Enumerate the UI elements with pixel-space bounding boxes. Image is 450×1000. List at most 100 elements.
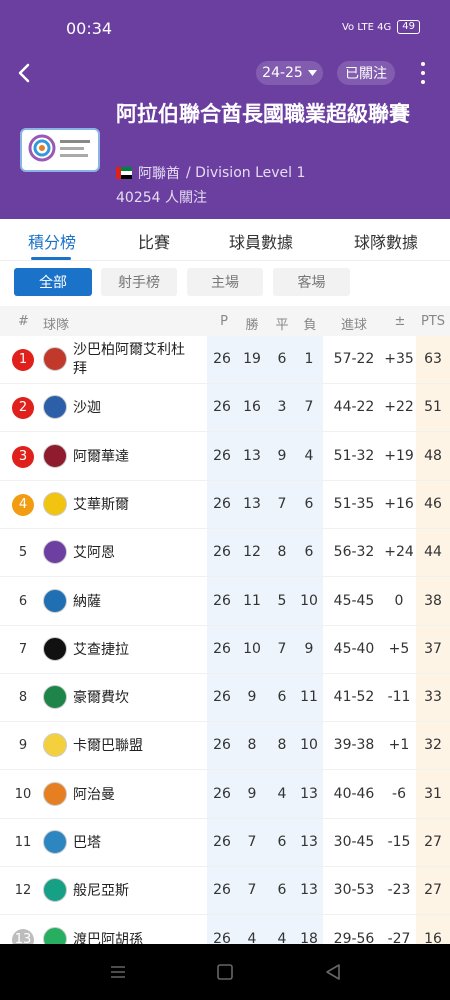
goals-value: 56-32 bbox=[333, 544, 375, 561]
home-button[interactable] bbox=[212, 959, 238, 985]
points-value: 46 bbox=[424, 495, 442, 512]
more-dot-icon bbox=[421, 62, 425, 66]
team-crest-icon bbox=[43, 491, 67, 516]
team-crest-icon bbox=[43, 395, 67, 420]
goals-value: 29-56 bbox=[333, 930, 375, 944]
more-dot-icon bbox=[421, 71, 425, 75]
played-value: 26 bbox=[213, 399, 231, 416]
lost-value: 13 bbox=[300, 834, 318, 850]
table-row[interactable]: 8 豪爾費坎 26 9 6 11 41-52 -11 33 bbox=[0, 674, 450, 723]
draw-value: 4 bbox=[277, 930, 287, 944]
won-value: 9 bbox=[247, 689, 257, 706]
won-value: 8 bbox=[247, 737, 257, 754]
points-value: 27 bbox=[424, 834, 442, 850]
team-name[interactable]: 卡爾巴聯盟 bbox=[73, 737, 203, 756]
won-value: 19 bbox=[243, 351, 261, 367]
table-row[interactable]: 3 阿爾華達 26 13 9 4 51-32 +19 48 bbox=[0, 433, 450, 481]
points-value: 63 bbox=[424, 351, 442, 367]
draw-value: 4 bbox=[277, 785, 287, 802]
filter-away[interactable]: 客場 bbox=[273, 268, 350, 296]
team-name[interactable]: 沙迦 bbox=[73, 399, 203, 418]
season-selector[interactable]: 24-25 bbox=[256, 61, 323, 85]
table-row[interactable]: 11 巴塔 26 7 6 13 30-45 -15 27 bbox=[0, 819, 450, 867]
header-rank: # bbox=[18, 314, 29, 329]
rank-number: 9 bbox=[18, 738, 28, 754]
follow-button[interactable]: 已關注 bbox=[337, 61, 395, 85]
team-name[interactable]: 般尼亞斯 bbox=[73, 882, 203, 901]
goal-diff-value: +1 bbox=[388, 737, 410, 754]
table-row[interactable]: 1 沙巴柏阿爾艾利杜拜 26 19 6 1 57-22 +35 63 bbox=[0, 336, 450, 384]
filter-home[interactable]: 主場 bbox=[187, 268, 263, 296]
goals-value: 41-52 bbox=[333, 689, 375, 706]
lost-value: 1 bbox=[304, 351, 314, 367]
header-diff: ± bbox=[394, 314, 406, 329]
won-value: 4 bbox=[247, 930, 257, 944]
system-nav-bar bbox=[0, 944, 450, 1000]
header-points: PTS bbox=[420, 314, 446, 329]
goals-value: 44-22 bbox=[333, 399, 375, 416]
header-lost: 負 bbox=[303, 318, 317, 333]
team-name[interactable]: 阿治曼 bbox=[73, 786, 203, 805]
table-row[interactable]: 4 艾華斯爾 26 13 7 6 51-35 +16 46 bbox=[0, 481, 450, 529]
filter-top-scorers[interactable]: 射手榜 bbox=[101, 268, 177, 296]
table-row[interactable]: 13 渡巴阿胡孫 26 4 4 18 29-56 -27 16 bbox=[0, 916, 450, 944]
more-menu-button[interactable] bbox=[413, 58, 433, 88]
goal-diff-value: -11 bbox=[387, 689, 411, 706]
league-title: 阿拉伯聯合酋長國職業超級聯賽 bbox=[116, 102, 410, 126]
tab-player-stats[interactable]: 球員數據 bbox=[229, 229, 293, 253]
won-value: 9 bbox=[247, 785, 257, 802]
recents-button[interactable] bbox=[105, 959, 131, 985]
played-value: 26 bbox=[213, 737, 231, 754]
header-goals: 進球 bbox=[340, 318, 367, 333]
standings-filters: 全部 射手榜 主場 客場 bbox=[0, 261, 450, 306]
won-value: 7 bbox=[247, 834, 257, 850]
table-row[interactable]: 7 艾查捷拉 26 10 7 9 45-40 +5 37 bbox=[0, 626, 450, 674]
rank-number: 10 bbox=[14, 786, 32, 802]
table-row[interactable]: 2 沙迦 26 16 3 7 44-22 +22 51 bbox=[0, 384, 450, 433]
tab-team-stats[interactable]: 球隊數據 bbox=[354, 229, 418, 253]
status-bar: 00:34 Vo LTE 4G 49 bbox=[0, 0, 450, 56]
team-name[interactable]: 渡巴阿胡孫 bbox=[73, 931, 203, 944]
league-country: 阿聯酋 bbox=[138, 166, 180, 182]
team-name[interactable]: 納薩 bbox=[73, 593, 203, 612]
team-crest-icon bbox=[43, 733, 67, 758]
tab-standings[interactable]: 積分榜 bbox=[28, 229, 76, 253]
draw-value: 3 bbox=[277, 399, 287, 416]
back-button[interactable] bbox=[10, 58, 40, 88]
standings-header: # 球隊 P 勝 平 負 進球 ± PTS bbox=[0, 306, 450, 336]
rank-number: 11 bbox=[14, 835, 32, 850]
goals-value: 57-22 bbox=[333, 351, 375, 367]
rank-number: 8 bbox=[18, 690, 28, 706]
team-name[interactable]: 豪爾費坎 bbox=[73, 689, 203, 708]
team-name[interactable]: 艾阿恩 bbox=[73, 544, 203, 563]
rank-number: 2 bbox=[12, 397, 34, 420]
rank-number: 3 bbox=[12, 445, 34, 468]
rank-number: 7 bbox=[18, 641, 28, 657]
won-value: 11 bbox=[243, 592, 261, 609]
team-name[interactable]: 艾查捷拉 bbox=[73, 641, 203, 660]
lost-value: 13 bbox=[300, 882, 318, 899]
lost-value: 13 bbox=[300, 785, 318, 802]
team-name[interactable]: 巴塔 bbox=[73, 834, 203, 853]
table-row[interactable]: 12 般尼亞斯 26 7 6 13 30-53 -23 27 bbox=[0, 867, 450, 916]
team-name[interactable]: 沙巴柏阿爾艾利杜拜 bbox=[73, 341, 195, 379]
filter-all[interactable]: 全部 bbox=[14, 268, 92, 296]
lost-value: 10 bbox=[300, 592, 318, 609]
table-row[interactable]: 9 卡爾巴聯盟 26 8 8 10 39-38 +1 32 bbox=[0, 722, 450, 771]
table-row[interactable]: 6 納薩 26 11 5 10 45-45 0 38 bbox=[0, 578, 450, 626]
table-row[interactable]: 10 阿治曼 26 9 4 13 40-46 -6 31 bbox=[0, 771, 450, 819]
team-name[interactable]: 艾華斯爾 bbox=[73, 496, 203, 515]
goal-diff-value: -6 bbox=[392, 785, 406, 802]
goals-value: 51-35 bbox=[333, 495, 375, 512]
team-name[interactable]: 阿爾華達 bbox=[73, 448, 203, 467]
played-value: 26 bbox=[213, 834, 231, 850]
table-row[interactable]: 5 艾阿恩 26 12 8 6 56-32 +24 44 bbox=[0, 529, 450, 578]
goal-diff-value: 0 bbox=[394, 592, 404, 609]
goal-diff-value: -27 bbox=[387, 930, 411, 944]
more-dot-icon bbox=[421, 80, 425, 84]
team-crest-icon bbox=[43, 781, 67, 806]
team-crest-icon bbox=[43, 588, 67, 613]
tab-matches[interactable]: 比賽 bbox=[138, 229, 170, 253]
lost-value: 6 bbox=[304, 544, 314, 561]
back-nav-button[interactable] bbox=[320, 959, 346, 985]
